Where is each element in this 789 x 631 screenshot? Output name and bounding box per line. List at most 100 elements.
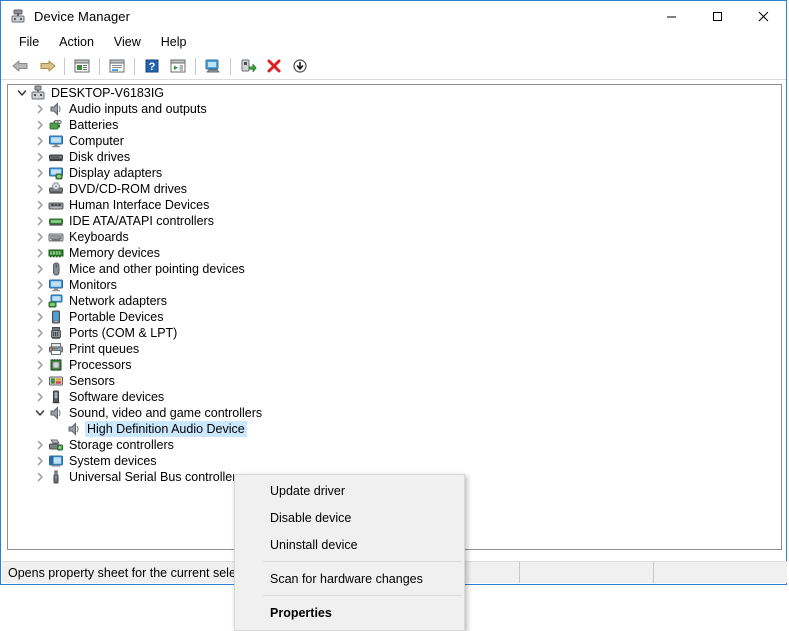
chevron-right-icon[interactable]	[32, 293, 48, 309]
tree-item-label: Disk drives	[67, 149, 132, 165]
port-icon	[48, 325, 64, 341]
tree-item[interactable]: Display adapters	[8, 165, 781, 181]
usb-icon	[48, 469, 64, 485]
context-menu-item[interactable]: Scan for hardware changes	[235, 565, 464, 592]
chevron-right-icon[interactable]	[32, 357, 48, 373]
tree-item-label: DESKTOP-V6183IG	[49, 85, 166, 101]
close-button[interactable]	[740, 1, 786, 31]
tree-item[interactable]: Sensors	[8, 373, 781, 389]
minimize-button[interactable]	[648, 1, 694, 31]
battery-icon	[48, 117, 64, 133]
chevron-right-icon[interactable]	[32, 453, 48, 469]
chevron-right-icon[interactable]	[32, 149, 48, 165]
tree-item[interactable]: Audio inputs and outputs	[8, 101, 781, 117]
monitor-icon	[48, 277, 64, 293]
processor-icon	[48, 357, 64, 373]
toolbar-separator	[195, 58, 196, 75]
chevron-right-icon[interactable]	[32, 277, 48, 293]
speaker-icon	[66, 421, 82, 437]
caption-button-group	[648, 1, 786, 31]
tree-item[interactable]: Monitors	[8, 277, 781, 293]
scan-for-hardware-changes-icon[interactable]	[200, 55, 226, 77]
chevron-right-icon[interactable]	[32, 165, 48, 181]
tree-item[interactable]: System devices	[8, 453, 781, 469]
chevron-right-icon[interactable]	[32, 197, 48, 213]
menu-view[interactable]: View	[105, 33, 150, 51]
mouse-icon	[48, 261, 64, 277]
chevron-right-icon[interactable]	[32, 389, 48, 405]
chevron-right-icon[interactable]	[32, 261, 48, 277]
portable-device-icon	[48, 309, 64, 325]
tree-item-label: Software devices	[67, 389, 166, 405]
tree-item[interactable]: DVD/CD-ROM drives	[8, 181, 781, 197]
tree-item[interactable]: Batteries	[8, 117, 781, 133]
tree-item-label: Monitors	[67, 277, 119, 293]
storage-controller-icon	[48, 437, 64, 453]
enable-device-icon[interactable]	[235, 55, 261, 77]
chevron-right-icon[interactable]	[32, 101, 48, 117]
tree-item[interactable]: Portable Devices	[8, 309, 781, 325]
tree-item[interactable]: IDE ATA/ATAPI controllers	[8, 213, 781, 229]
context-menu-item[interactable]: Disable device	[235, 504, 464, 531]
context-menu-item[interactable]: Update driver	[235, 477, 464, 504]
tree-item-label: Sound, video and game controllers	[67, 405, 264, 421]
maximize-button[interactable]	[694, 1, 740, 31]
context-menu[interactable]: Update driverDisable deviceUninstall dev…	[234, 474, 465, 631]
chevron-right-icon[interactable]	[32, 341, 48, 357]
chevron-right-icon[interactable]	[32, 437, 48, 453]
menu-file[interactable]: File	[10, 33, 48, 51]
view-icon[interactable]	[165, 55, 191, 77]
status-pane-3	[654, 562, 787, 583]
tree-item[interactable]: Mice and other pointing devices	[8, 261, 781, 277]
tree-item[interactable]: DESKTOP-V6183IG	[8, 85, 781, 101]
tree-item[interactable]: High Definition Audio Device	[8, 421, 781, 437]
properties-icon[interactable]	[104, 55, 130, 77]
ide-controller-icon	[48, 213, 64, 229]
tree-item-label: Processors	[67, 357, 134, 373]
show-hide-console-tree-icon[interactable]	[69, 55, 95, 77]
update-driver-icon[interactable]	[287, 55, 313, 77]
chevron-right-icon[interactable]	[32, 373, 48, 389]
tree-item[interactable]: Processors	[8, 357, 781, 373]
chevron-right-icon[interactable]	[32, 181, 48, 197]
chevron-right-icon[interactable]	[32, 325, 48, 341]
chevron-right-icon[interactable]	[32, 245, 48, 261]
tree-item[interactable]: Memory devices	[8, 245, 781, 261]
help-icon[interactable]: ?	[139, 55, 165, 77]
tree-item[interactable]: Computer	[8, 133, 781, 149]
menu-bar: File Action View Help	[1, 31, 786, 53]
tree-item-label: Ports (COM & LPT)	[67, 325, 179, 341]
tree-item[interactable]: Network adapters	[8, 293, 781, 309]
toolbar-separator	[99, 58, 100, 75]
tree-item[interactable]: Storage controllers	[8, 437, 781, 453]
uninstall-device-icon[interactable]	[261, 55, 287, 77]
menu-help[interactable]: Help	[152, 33, 196, 51]
chevron-right-icon[interactable]	[32, 469, 48, 485]
chevron-right-icon[interactable]	[32, 133, 48, 149]
tree-item[interactable]: Print queues	[8, 341, 781, 357]
menu-action[interactable]: Action	[50, 33, 103, 51]
chevron-down-icon[interactable]	[14, 85, 30, 101]
chevron-down-icon[interactable]	[32, 405, 48, 421]
speaker-icon	[48, 101, 64, 117]
context-menu-item[interactable]: Properties	[235, 599, 464, 626]
back-icon[interactable]	[8, 55, 34, 77]
forward-icon[interactable]	[34, 55, 60, 77]
tree-item[interactable]: Ports (COM & LPT)	[8, 325, 781, 341]
tree-item-label: Network adapters	[67, 293, 169, 309]
computer-root-icon	[30, 85, 46, 101]
tree-item[interactable]: Software devices	[8, 389, 781, 405]
tree-item-label: Storage controllers	[67, 437, 176, 453]
tree-item[interactable]: Human Interface Devices	[8, 197, 781, 213]
tree-item[interactable]: Sound, video and game controllers	[8, 405, 781, 421]
tree-item[interactable]: Disk drives	[8, 149, 781, 165]
memory-icon	[48, 245, 64, 261]
chevron-right-icon[interactable]	[32, 309, 48, 325]
toolbar: ?	[1, 53, 786, 80]
system-device-icon	[48, 453, 64, 469]
chevron-right-icon[interactable]	[32, 117, 48, 133]
context-menu-item[interactable]: Uninstall device	[235, 531, 464, 558]
chevron-right-icon[interactable]	[32, 229, 48, 245]
tree-item[interactable]: Keyboards	[8, 229, 781, 245]
chevron-right-icon[interactable]	[32, 213, 48, 229]
